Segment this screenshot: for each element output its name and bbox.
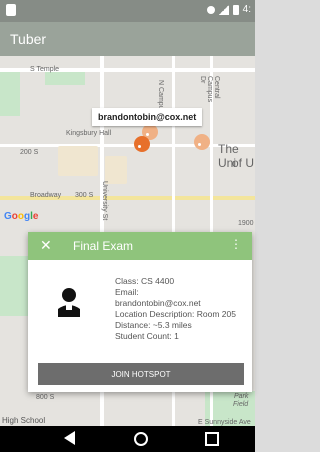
location-text: Location Description: Room 205 bbox=[115, 309, 236, 319]
recent-apps-icon[interactable] bbox=[205, 432, 219, 446]
hotspot-details: Class: CS 4400 Email: brandontobin@cox.n… bbox=[115, 276, 245, 342]
dialog-title: Final Exam bbox=[73, 239, 134, 253]
map-label: Field bbox=[233, 401, 249, 408]
hotspot-dialog: ✕ Final Exam ⋮ Class: CS 4400 Email: bra… bbox=[28, 232, 252, 392]
map-label: 300 S bbox=[75, 192, 94, 199]
park-area bbox=[45, 71, 85, 85]
park-area bbox=[0, 71, 20, 116]
map-label: University St bbox=[101, 181, 108, 221]
map-label: 200 S bbox=[20, 149, 39, 156]
email-label: Email: bbox=[115, 287, 139, 297]
map-road bbox=[0, 144, 255, 147]
student-count-text: Student Count: 1 bbox=[115, 331, 179, 341]
student-avatar-icon bbox=[58, 288, 80, 317]
sim-icon bbox=[6, 4, 16, 16]
app-title: Tuber bbox=[10, 31, 47, 47]
marker-callout: brandontobin@cox.net bbox=[92, 108, 203, 126]
class-text: Class: CS 4400 bbox=[115, 276, 175, 286]
map-label: of U bbox=[232, 156, 255, 170]
battery-icon bbox=[232, 4, 239, 15]
map-label: Kingsbury Hall bbox=[66, 130, 112, 137]
map-label: E Sunnyside Ave bbox=[198, 419, 251, 426]
close-icon[interactable]: ✕ bbox=[40, 238, 52, 252]
map-label: S Temple bbox=[30, 66, 60, 73]
map-label: High School bbox=[2, 416, 46, 425]
home-icon[interactable] bbox=[134, 432, 148, 446]
hotspot-marker[interactable] bbox=[134, 136, 150, 152]
building bbox=[105, 156, 127, 184]
location-icon bbox=[206, 5, 215, 14]
status-right: 4: bbox=[206, 4, 251, 15]
status-time: 4: bbox=[242, 4, 251, 15]
app-bar: Tuber bbox=[0, 22, 255, 56]
map-label: 800 S bbox=[36, 394, 55, 401]
signal-icon bbox=[218, 4, 229, 15]
map-label: Central Campus Dr bbox=[199, 76, 220, 103]
status-bar: 4: bbox=[0, 0, 255, 22]
google-logo: Google bbox=[4, 211, 39, 222]
map-label: 1900 bbox=[238, 220, 254, 227]
map-label: Broadway bbox=[30, 192, 62, 199]
email-value: brandontobin@cox.net bbox=[115, 298, 201, 308]
park-area bbox=[0, 256, 30, 316]
building bbox=[58, 146, 98, 176]
join-hotspot-button[interactable]: JOIN HOTSPOT bbox=[38, 363, 244, 385]
more-vert-icon[interactable]: ⋮ bbox=[230, 238, 242, 250]
distance-text: Distance: ~5.3 miles bbox=[115, 320, 192, 330]
back-icon[interactable] bbox=[64, 431, 75, 445]
map-label: Park bbox=[234, 393, 249, 400]
dialog-header: ✕ Final Exam ⋮ bbox=[28, 232, 252, 260]
hotspot-marker[interactable] bbox=[194, 134, 210, 150]
nav-bar bbox=[0, 426, 255, 452]
